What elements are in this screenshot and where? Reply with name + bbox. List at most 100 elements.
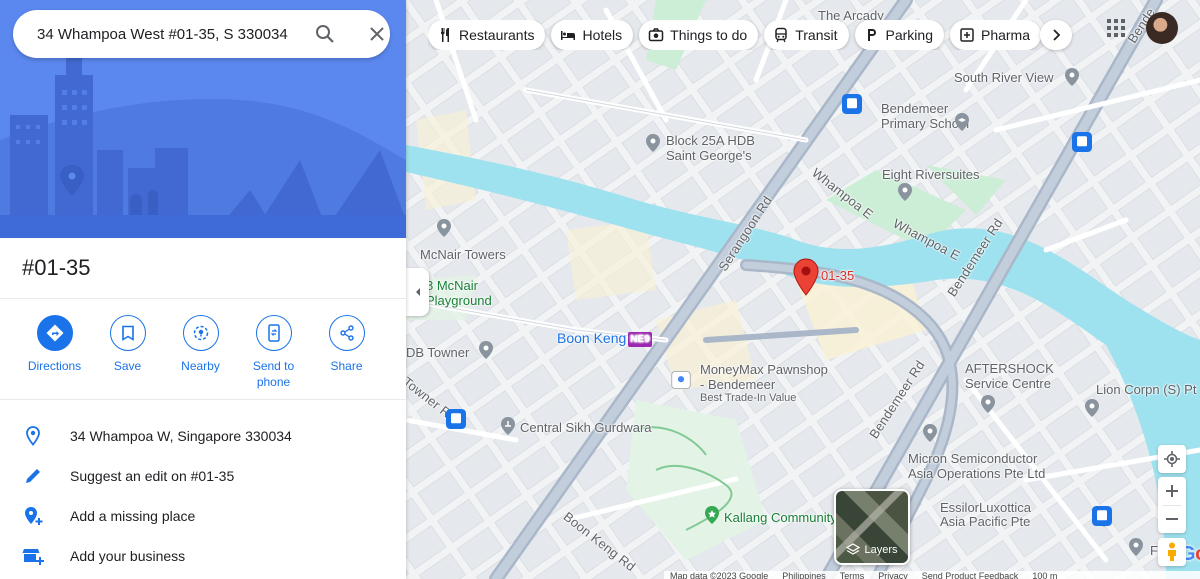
scale-bar-label[interactable]: 100 m — [1032, 571, 1057, 579]
chip-hotels[interactable]: Hotels — [551, 20, 634, 50]
map-label-essilor: EssilorLuxottica — [940, 500, 1032, 515]
chip-restaurants[interactable]: Restaurants — [428, 20, 546, 50]
poi-pin-icon[interactable] — [920, 423, 940, 443]
map-label-micron: Micron Semiconductor — [908, 451, 1038, 466]
gurdwara-pin-icon[interactable] — [498, 416, 518, 436]
address-row[interactable]: 34 Whampoa W, Singapore 330034 — [0, 416, 406, 456]
map-label-moneymax-3: Best Trade-In Value — [700, 392, 797, 404]
layers-icon — [846, 543, 861, 555]
map-label-aftershock: AFTERSHOCK — [965, 361, 1054, 376]
save-button[interactable]: Save — [91, 315, 164, 390]
search-box[interactable]: 34 Whampoa West #01-35, S 330034 — [13, 10, 390, 58]
suggest-edit-row[interactable]: Suggest an edit on #01-35 — [0, 456, 406, 496]
chip-label: Pharma — [980, 27, 1031, 43]
my-location-button[interactable] — [1158, 445, 1186, 473]
chip-label: Hotels — [582, 27, 623, 43]
bus-stop-icon[interactable] — [1072, 132, 1092, 152]
map-label-saint-georges: Saint George's — [666, 148, 752, 163]
add-business-row[interactable]: Add your business — [0, 536, 406, 576]
chip-parking[interactable]: Parking — [854, 20, 944, 50]
chip-transit[interactable]: Transit — [764, 20, 849, 50]
apps-grid-icon — [1107, 19, 1125, 37]
my-location-icon — [1158, 445, 1186, 473]
place-info-list: 34 Whampoa W, Singapore 330034 Suggest a… — [0, 416, 406, 576]
place-title: #01-35 — [22, 255, 91, 280]
share-icon — [339, 325, 354, 341]
map-label-boon-keng-station[interactable]: Boon Keng NE9 — [557, 331, 652, 347]
directions-label: Directions — [27, 359, 82, 373]
poi-pin-icon[interactable] — [1062, 67, 1082, 87]
bus-stop-icon[interactable] — [842, 94, 862, 114]
zoom-in-button[interactable] — [1158, 477, 1186, 505]
search-button[interactable] — [313, 22, 337, 46]
poi-pin-icon[interactable] — [1082, 398, 1102, 418]
map-label-essilor-2: Asia Pacific Pte — [940, 514, 1031, 529]
nearby-button[interactable]: Nearby — [164, 315, 237, 390]
mrt-code-badge: NE9 — [628, 332, 652, 347]
collapse-panel-button[interactable] — [406, 268, 429, 316]
search-icon — [316, 25, 334, 43]
pawnshop-marker-icon[interactable] — [671, 370, 697, 394]
poi-pin-icon[interactable] — [1126, 537, 1146, 557]
poi-pin-icon[interactable] — [643, 133, 663, 153]
search-input[interactable]: 34 Whampoa West #01-35, S 330034 — [37, 26, 299, 43]
nearby-icon — [193, 325, 208, 341]
chip-label: Transit — [795, 27, 838, 43]
street-view-pegman-button[interactable] — [1158, 538, 1186, 566]
school-pin-icon[interactable] — [952, 112, 972, 132]
zoom-controls — [1158, 477, 1186, 533]
map-label-moneymax-2: - Bendemeer — [700, 377, 776, 392]
poi-pin-icon[interactable] — [895, 182, 915, 202]
directions-icon-circle — [36, 315, 73, 351]
account-avatar[interactable] — [1146, 12, 1178, 44]
selected-location-pin-icon[interactable] — [792, 258, 820, 296]
share-button[interactable]: Share — [310, 315, 383, 390]
phone-icon — [267, 324, 280, 342]
chip-pharmacy[interactable]: Pharma — [949, 20, 1042, 50]
add-missing-place-row[interactable]: Add a missing place — [0, 496, 406, 536]
chips-next-button[interactable] — [1040, 20, 1072, 50]
map-label-eight-riversuites: Eight Riversuites — [882, 167, 980, 182]
save-label: Save — [113, 359, 142, 373]
poi-pin-icon[interactable] — [978, 394, 998, 414]
bus-stop-icon[interactable] — [1092, 506, 1112, 526]
location-pin-icon — [26, 426, 40, 446]
add-business-icon — [22, 549, 44, 565]
community-club-pin-icon[interactable] — [702, 505, 722, 525]
send-to-phone-button[interactable]: Send to phone — [237, 315, 310, 390]
attribution-privacy-link[interactable]: Privacy — [878, 571, 908, 579]
map-label-mcnair-towers: McNair Towers — [420, 247, 506, 262]
layers-button[interactable]: Layers — [834, 489, 910, 565]
map-label-bendemeer-primary: Bendemeer — [881, 101, 949, 116]
attribution-feedback-link[interactable]: Send Product Feedback — [922, 571, 1019, 579]
parking-icon — [867, 29, 876, 41]
bus-stop-icon[interactable] — [446, 409, 466, 429]
restaurant-icon — [441, 28, 449, 42]
attribution-terms-link[interactable]: Terms — [840, 571, 865, 579]
map-label-south-river-view: South River View — [954, 70, 1054, 85]
map-canvas[interactable]: The Arcady South River View Bendemeer Pr… — [406, 0, 1200, 579]
map-label-playground: Playground — [426, 293, 492, 308]
address-text: 34 Whampoa W, Singapore 330034 — [70, 428, 292, 444]
attribution-map-data: Map data ©2023 Google — [670, 571, 769, 579]
divider — [0, 298, 406, 299]
chevron-right-icon — [1053, 29, 1061, 41]
poi-pin-icon[interactable] — [476, 340, 496, 360]
attribution-region[interactable]: Philippines — [782, 571, 826, 579]
map-label-central-sikh: Central Sikh Gurdwara — [520, 420, 652, 435]
send-to-phone-label: Send to phone — [252, 359, 295, 389]
camera-icon — [648, 28, 664, 42]
send-to-phone-icon-circle — [255, 315, 292, 351]
map-label-db-towner: DB Towner — [406, 345, 470, 360]
clear-search-button[interactable] — [365, 22, 389, 46]
layers-text: Layers — [864, 544, 898, 556]
minus-icon — [1166, 518, 1178, 521]
category-chips: Restaurants Hotels Things to do Transit … — [428, 20, 1072, 50]
caret-left-icon — [415, 288, 420, 296]
google-apps-button[interactable] — [1104, 16, 1128, 40]
chip-things-to-do[interactable]: Things to do — [639, 20, 759, 50]
poi-pin-icon[interactable] — [434, 218, 454, 238]
directions-button[interactable]: Directions — [18, 315, 91, 390]
nearby-label: Nearby — [181, 359, 220, 373]
zoom-out-button[interactable] — [1158, 506, 1186, 534]
